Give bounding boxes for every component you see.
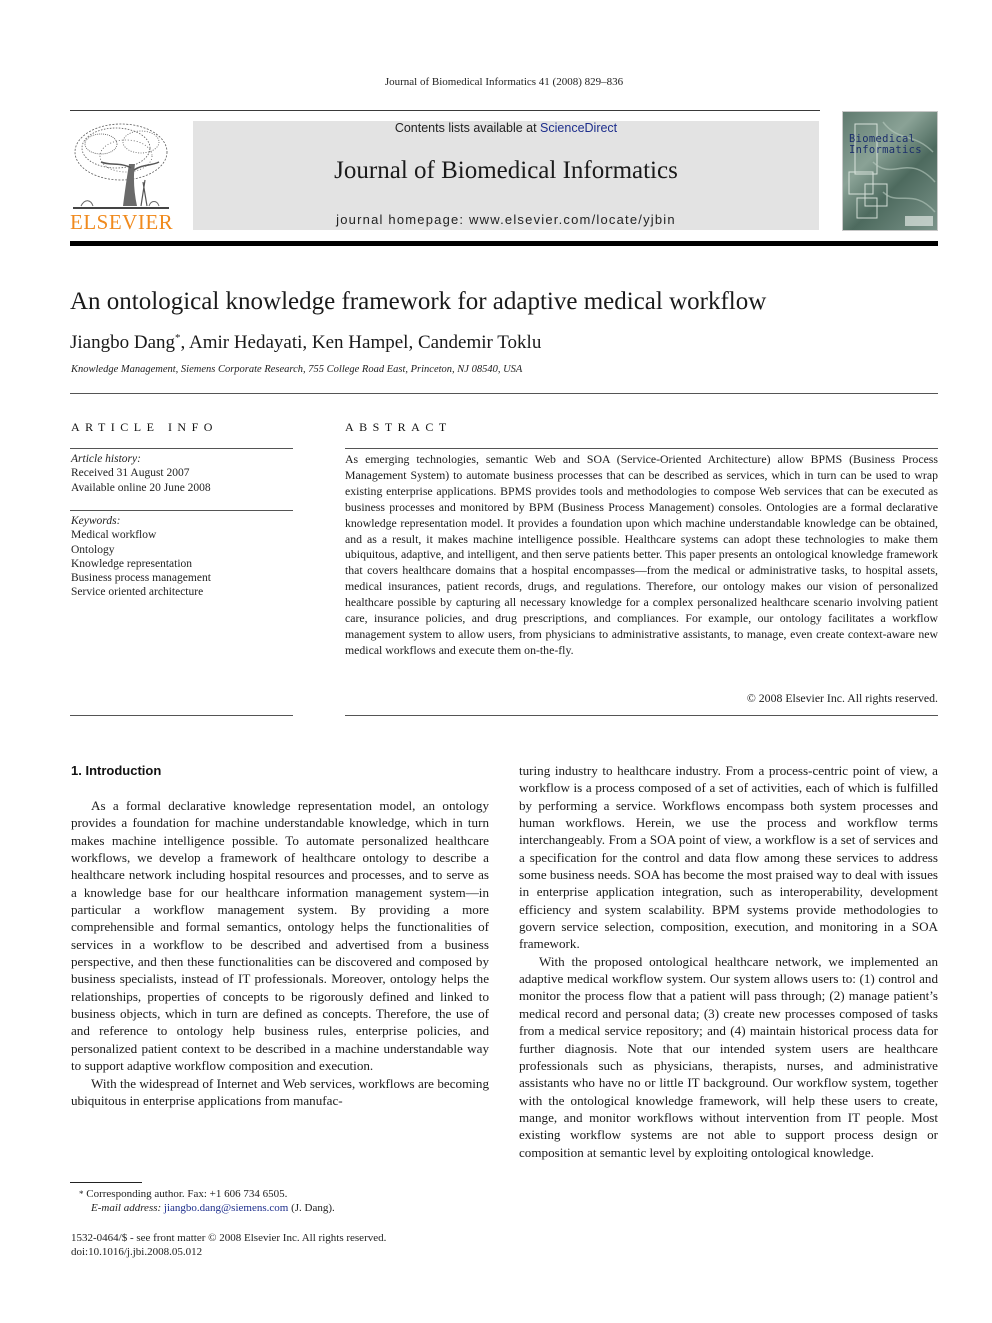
footnote-email: E-mail address: jiangbo.dang@siemens.com…: [91, 1201, 501, 1215]
keyword: Medical workflow: [71, 529, 157, 542]
received-date: Received 31 August 2007: [71, 467, 190, 480]
journal-name: Journal of Biomedical Informatics: [334, 157, 678, 184]
journal-cover-image: Biomedical Informatics: [842, 111, 938, 231]
elsevier-wordmark: ELSEVIER: [70, 210, 174, 234]
abstract-heading: ABSTRACT: [345, 420, 452, 434]
keywords-block: Keywords: Medical workflow Ontology Know…: [71, 514, 293, 600]
abstract-text: As emerging technologies, semantic Web a…: [345, 452, 938, 657]
email-label: E-mail address:: [91, 1202, 162, 1214]
affiliation: Knowledge Management, Siemens Corporate …: [71, 364, 523, 375]
title-rule: [70, 393, 938, 394]
article-info-heading: ARTICLE INFO: [71, 420, 218, 434]
email-suffix: (J. Dang).: [288, 1202, 335, 1214]
available-date: Available online 20 June 2008: [71, 481, 211, 494]
footnote-corresponding: * Corresponding author. Fax: +1 606 734 …: [79, 1187, 499, 1201]
journal-homepage[interactable]: journal homepage: www.elsevier.com/locat…: [193, 212, 819, 227]
contents-prefix: Contents lists available at: [394, 121, 541, 135]
history-label: Article history:: [71, 453, 141, 465]
issn-line: 1532-0464/$ - see front matter © 2008 El…: [71, 1232, 387, 1244]
contents-line: Contents lists available at ScienceDirec…: [193, 121, 819, 135]
abstract-copyright: © 2008 Elsevier Inc. All rights reserved…: [746, 691, 938, 705]
masthead-box: Contents lists available at ScienceDirec…: [193, 121, 819, 230]
footnote-mark: *: [79, 1189, 84, 1199]
doi-link[interactable]: doi:10.1016/j.jbi.2008.05.012: [71, 1245, 501, 1259]
section-heading-introduction: 1. Introduction: [71, 763, 162, 778]
abstract-rule: [345, 448, 938, 449]
footnote-rule: [70, 1182, 142, 1183]
article-title: An ontological knowledge framework for a…: [70, 288, 767, 315]
keyword: Business process management: [71, 572, 211, 585]
cover-title-line2: Informatics: [849, 144, 922, 156]
abstract-bottom-rule: [345, 715, 938, 716]
body-right-column: turing industry to healthcare industry. …: [519, 762, 938, 1161]
body-paragraph: With the proposed ontological healthcare…: [519, 953, 938, 1160]
running-head: Journal of Biomedical Informatics 41 (20…: [384, 76, 624, 88]
elsevier-tree-logo: [71, 122, 171, 214]
masthead-top-rule: [70, 110, 820, 111]
email-link[interactable]: jiangbo.dang@siemens.com: [164, 1202, 288, 1214]
author-list: Jiangbo Dang*, Amir Hedayati, Ken Hampel…: [70, 332, 541, 354]
article-info-rule: [70, 448, 293, 449]
article-info-bottom-rule: [70, 715, 293, 716]
article-history: Article history: Received 31 August 2007…: [71, 452, 293, 495]
keyword: Knowledge representation: [71, 557, 193, 570]
body-paragraph: turing industry to healthcare industry. …: [519, 763, 938, 952]
corresponding-author-note: Corresponding author. Fax: +1 606 734 65…: [86, 1188, 288, 1200]
other-authors: , Amir Hedayati, Ken Hampel, Candemir To…: [180, 332, 542, 353]
body-paragraph: As a formal declarative knowledge repres…: [71, 798, 489, 1074]
keywords-rule: [70, 510, 293, 511]
keyword: Service oriented architecture: [71, 586, 204, 599]
first-author[interactable]: Jiangbo Dang: [70, 332, 175, 353]
body-left-column: As a formal declarative knowledge repres…: [71, 797, 489, 1109]
body-paragraph: With the widespread of Internet and Web …: [71, 1075, 489, 1108]
sciencedirect-link[interactable]: ScienceDirect: [540, 121, 617, 135]
masthead-bottom-rule: [70, 241, 938, 246]
keywords-label: Keywords:: [71, 515, 121, 527]
keyword: Ontology: [71, 543, 115, 556]
